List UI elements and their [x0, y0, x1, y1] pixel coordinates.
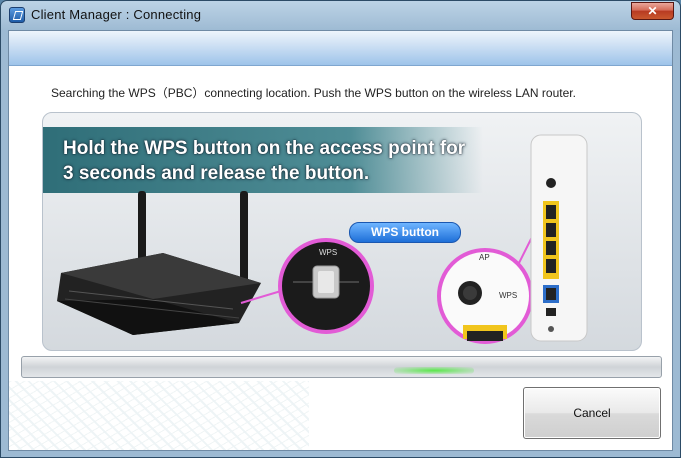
decorative-background: [9, 381, 309, 450]
window-title: Client Manager : Connecting: [31, 7, 202, 22]
header-band: [9, 31, 672, 66]
title-bar[interactable]: Client Manager : Connecting ✕: [1, 1, 680, 29]
router-drawing: WPS AP WPS: [57, 134, 588, 344]
router-wps-label: WPS: [319, 248, 337, 257]
instruction-text: Searching the WPS（PBC）connecting locatio…: [51, 86, 576, 100]
ap-wps-label: WPS: [499, 291, 517, 300]
ap-label: AP: [479, 253, 490, 262]
dialog-body: Searching the WPS（PBC）connecting locatio…: [8, 30, 673, 451]
wps-illustration: Hold the WPS button on the access point …: [42, 112, 642, 351]
wps-button-callout: WPS button: [349, 222, 461, 243]
dialog-window: Client Manager : Connecting ✕ Searching …: [0, 0, 681, 458]
progress-glow: [394, 367, 474, 374]
close-button[interactable]: ✕: [631, 2, 674, 20]
cancel-button[interactable]: Cancel: [523, 387, 661, 439]
antenna-right: [240, 191, 248, 283]
connection-progress-bar: [21, 356, 662, 378]
app-icon: [9, 7, 25, 23]
